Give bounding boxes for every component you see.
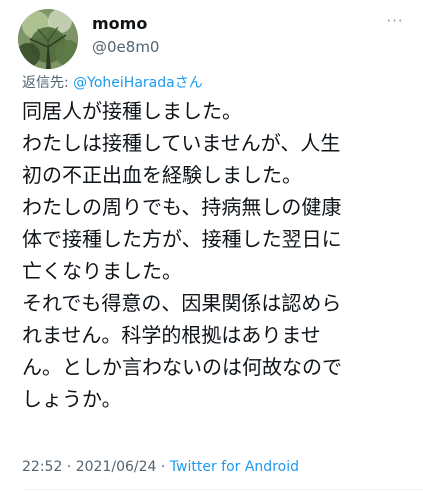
reply-to-label: 返信先: (22, 75, 74, 91)
tweet-text-line: しょうか。 (22, 387, 122, 411)
meta-separator: · (156, 459, 170, 475)
tweet-text-line: ん。としか言わないのは何故なので (22, 355, 342, 379)
tweet-text-line: 体で接種した方が、接種した翌日に (22, 227, 342, 251)
reply-mention-link[interactable]: @YoheiHaradaさん (73, 75, 203, 91)
avatar[interactable] (18, 9, 78, 69)
tweet-date[interactable]: 2021/06/24 (76, 459, 157, 475)
tweet-text-line: 亡くなりました。 (22, 259, 182, 283)
tweet-text-line: れません。科学的根拠はありませ (22, 323, 321, 347)
tweet-text-line: 初の不正出血を経験しました。 (22, 163, 302, 187)
tweet-text-line: わたしの周りでも、持病無しの健康 (22, 195, 342, 219)
tweet-source-link[interactable]: Twitter for Android (170, 459, 299, 475)
display-name[interactable]: momo (92, 14, 147, 34)
meta-separator: · (62, 459, 76, 475)
tweet-metadata: 22:52 · 2021/06/24 · Twitter for Android (22, 457, 299, 477)
tweet-text: 同居人が接種しました。 わたしは接種していませんが、人生 初の不正出血を経験しま… (22, 95, 414, 415)
divider (22, 489, 423, 490)
forest-photo-avatar-icon (18, 9, 78, 69)
tweet: momo @0e8m0 ··· 返信先: @YoheiHaradaさん 同居人が… (0, 0, 423, 492)
more-dots-icon[interactable]: ··· (380, 10, 410, 32)
tweet-time[interactable]: 22:52 (22, 459, 62, 475)
tweet-text-line: それでも得意の、因果関係は認めら (22, 291, 342, 315)
user-handle[interactable]: @0e8m0 (92, 37, 159, 57)
tweet-text-line: わたしは接種していませんが、人生 (22, 131, 341, 155)
reply-to-line: 返信先: @YoheiHaradaさん (22, 73, 203, 93)
tweet-text-line: 同居人が接種しました。 (22, 99, 242, 123)
